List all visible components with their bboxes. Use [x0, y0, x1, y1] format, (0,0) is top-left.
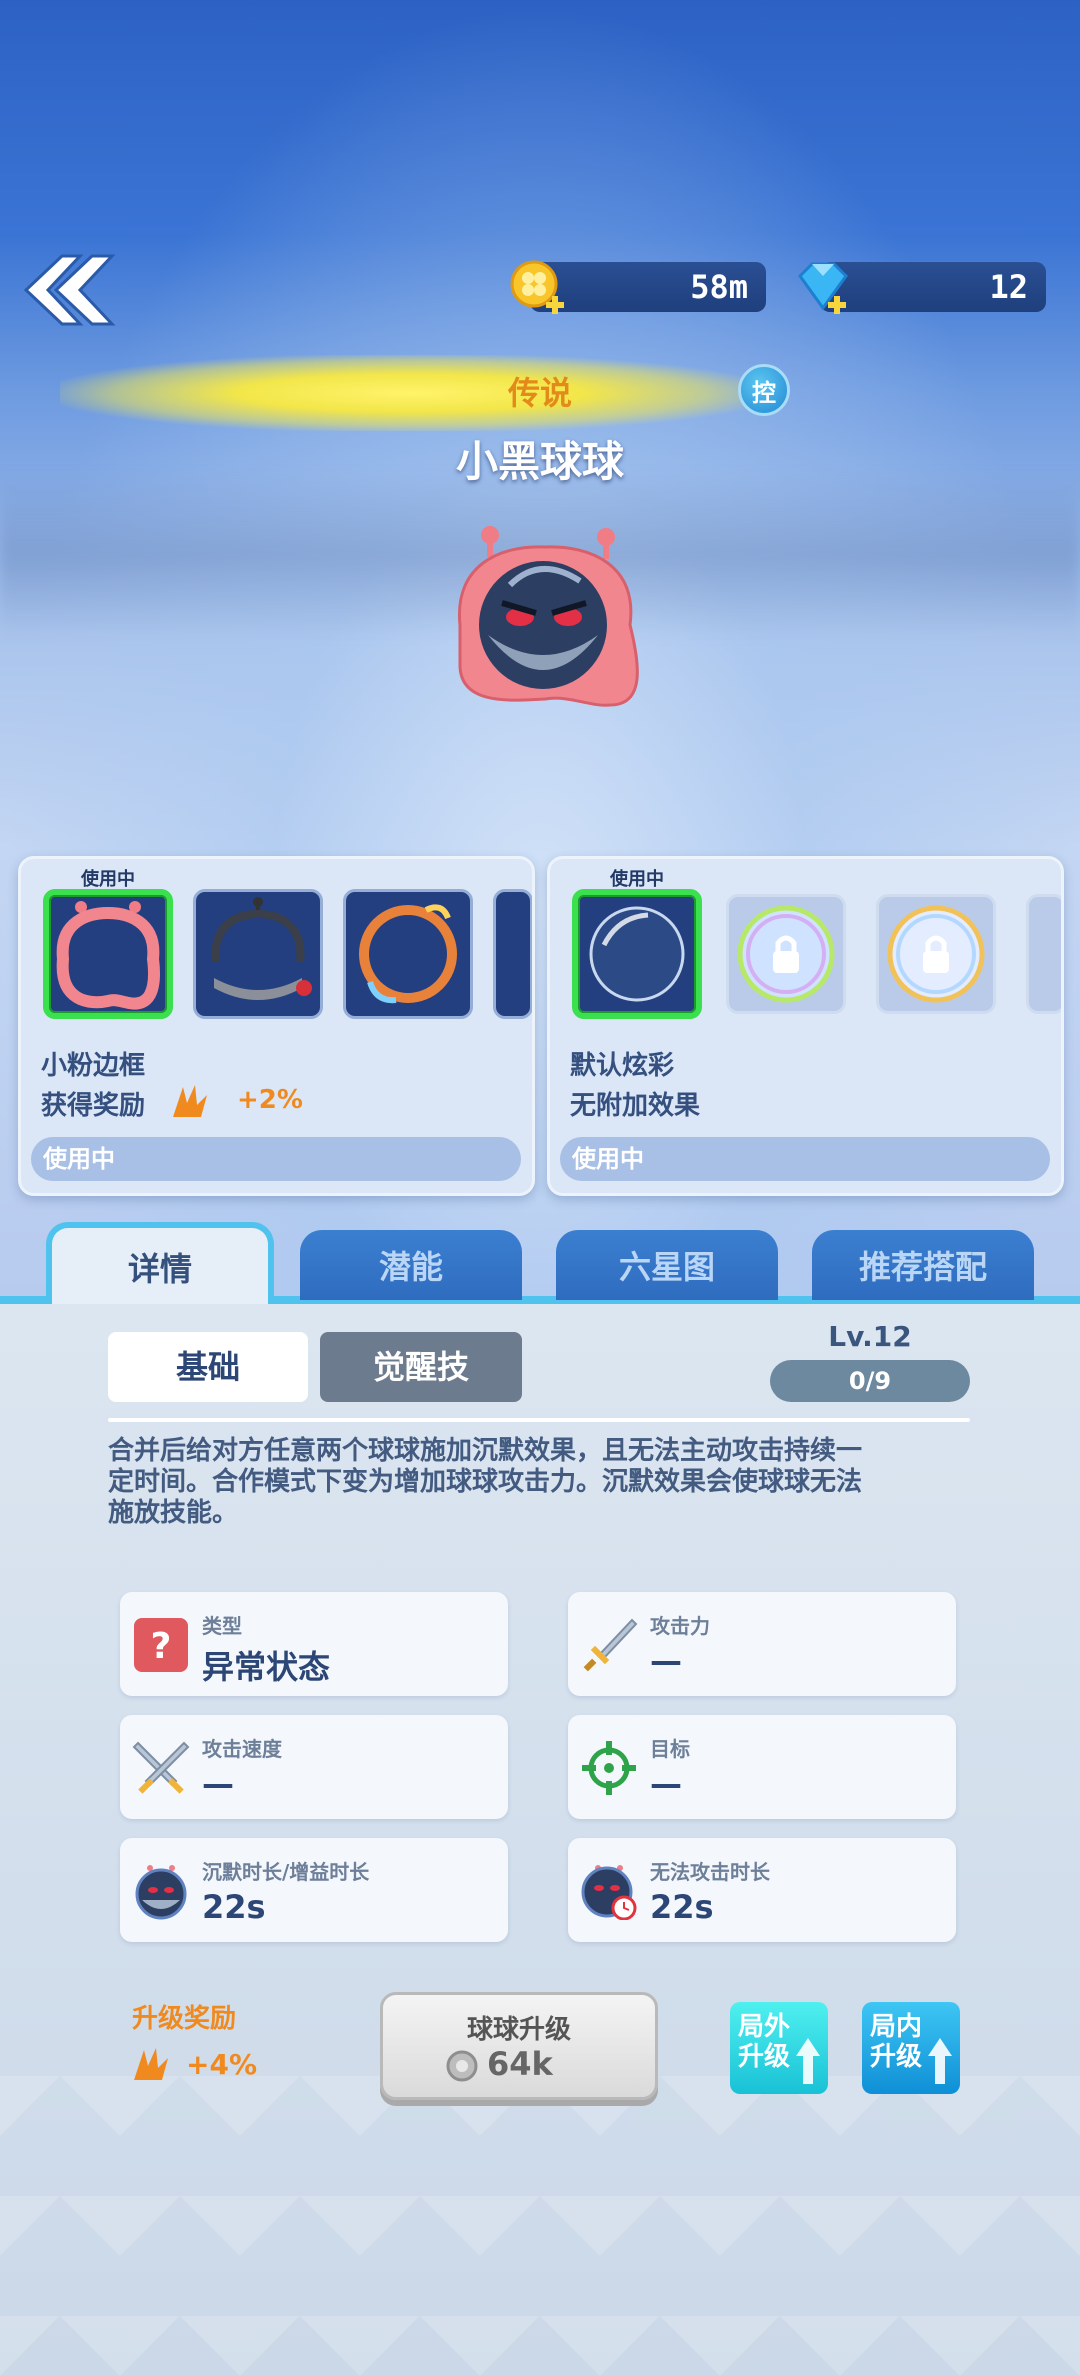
frame-slot-dark[interactable]: [193, 889, 323, 1019]
question-icon: ?: [134, 1618, 188, 1672]
stat-value: 异常状态: [202, 1648, 331, 1686]
stat-type: ? 类型 异常状态: [120, 1592, 508, 1696]
fire-claw-icon: [173, 1085, 207, 1117]
outside-upgrade-button[interactable]: 局外升级: [730, 2002, 828, 2094]
clover-coin-icon[interactable]: [508, 258, 568, 318]
control-type-badge[interactable]: 控: [738, 364, 790, 416]
level-label: Lv.12: [828, 1320, 912, 1353]
stat-value: —: [650, 1765, 682, 1803]
crossed-swords-icon: [132, 1741, 190, 1794]
stat-silence-duration: 沉默时长/增益时长 22s: [120, 1838, 508, 1942]
ball-upgrade-button[interactable]: 球球升级 64k: [380, 1992, 658, 2100]
arrow-up-icon: [796, 2038, 820, 2084]
upgrade-reward-value: +4%: [186, 2048, 257, 2081]
tab-potential[interactable]: 潜能: [300, 1230, 522, 1300]
gem-amount: 12: [989, 268, 1028, 306]
segment-awaken-skill[interactable]: 觉醒技: [320, 1332, 522, 1402]
diamond-icon[interactable]: [790, 258, 854, 318]
silver-coin-icon: [446, 2050, 478, 2082]
black-ball-character-icon: [440, 515, 650, 715]
stat-label: 攻击速度: [202, 1737, 282, 1761]
stat-label: 沉默时长/增益时长: [202, 1860, 370, 1884]
stat-label: 类型: [202, 1614, 242, 1638]
effect-status-bar[interactable]: 使用中: [560, 1137, 1050, 1181]
in-use-tag: 使用中: [81, 869, 135, 890]
segment-basic[interactable]: 基础: [108, 1332, 308, 1402]
in-use-tag: 使用中: [610, 869, 664, 890]
upgrade-button-title: 球球升级: [466, 2015, 571, 2045]
inside-upgrade-label: 局内升级: [870, 2012, 923, 2072]
stat-label: 无法攻击时长: [650, 1860, 770, 1884]
effect-name: 默认炫彩: [570, 1051, 675, 1081]
stat-target: 目标 —: [568, 1715, 956, 1819]
stat-value: —: [650, 1642, 682, 1680]
frame-slot-more[interactable]: [493, 889, 532, 1019]
gold-amount: 58m: [690, 268, 748, 306]
effect-slot-more[interactable]: [1026, 894, 1061, 1014]
outside-upgrade-label: 局外升级: [738, 2012, 791, 2072]
effect-slot-default[interactable]: [572, 889, 702, 1019]
rainbow-bubble-locked-icon: [737, 905, 835, 1003]
crosshair-icon: [582, 1741, 636, 1795]
iridescent-bubble-locked-icon: [887, 905, 985, 1003]
effect-slot-rainbow[interactable]: [726, 894, 846, 1014]
frame-reward-value: +2%: [237, 1085, 303, 1115]
stat-attack: 攻击力 —: [568, 1592, 956, 1696]
frame-slot-fire[interactable]: [343, 889, 473, 1019]
effect-slot-iridescent[interactable]: [876, 894, 996, 1014]
black-ball-icon: [135, 1865, 187, 1920]
tab-six-star[interactable]: 六星图: [556, 1230, 778, 1300]
stat-label: 目标: [650, 1737, 690, 1761]
level-progress: 0/9: [770, 1360, 970, 1402]
frame-status-bar[interactable]: 使用中: [31, 1137, 521, 1181]
tab-recommended[interactable]: 推荐搭配: [812, 1230, 1034, 1300]
fire-claw-icon: [134, 2048, 168, 2080]
tab-details[interactable]: 详情: [46, 1222, 274, 1304]
stat-label: 攻击力: [650, 1614, 710, 1638]
upgrade-cost: 64k: [487, 2045, 553, 2083]
rarity-label: 传说: [507, 374, 572, 412]
frame-reward-label: 获得奖励: [41, 1091, 146, 1121]
effect-card: 使用中 默认炫彩 无附加效果 使用中: [547, 856, 1064, 1196]
stat-no-attack-duration: 无法攻击时长 22s: [568, 1838, 956, 1942]
effect-description: 无附加效果: [570, 1091, 701, 1121]
fire-ring-frame-icon: [359, 904, 457, 1004]
back-button[interactable]: [22, 250, 118, 330]
rarity-banner: [60, 355, 760, 431]
divider: [108, 1418, 970, 1422]
arrow-up-icon: [928, 2038, 952, 2084]
skill-description: 合并后给对方任意两个球球施加沉默效果，且无法主动攻击持续一定时间。合作模式下变为…: [108, 1436, 863, 1528]
inside-upgrade-button[interactable]: 局内升级: [862, 2002, 960, 2094]
upgrade-reward-label: 升级奖励: [132, 2004, 237, 2034]
stat-value: 22s: [202, 1888, 266, 1926]
stat-value: 22s: [650, 1888, 714, 1926]
black-ball-clock-icon: [581, 1865, 637, 1920]
sword-icon: [583, 1618, 638, 1672]
clear-bubble-icon: [589, 906, 685, 1002]
pink-frame-icon: [56, 901, 160, 1010]
dark-frame-icon: [211, 897, 312, 1000]
frame-card: 使用中 小粉边框 获得奖励 +2% 使用中: [18, 856, 535, 1196]
stat-value: —: [202, 1765, 234, 1803]
stat-attack-speed: 攻击速度 —: [120, 1715, 508, 1819]
frame-slot-pink[interactable]: [43, 889, 173, 1019]
svg-text:?: ?: [151, 1626, 172, 1667]
double-chevron-left-icon: [23, 254, 116, 326]
frame-name: 小粉边框: [41, 1051, 146, 1081]
ball-name: 小黑球球: [455, 437, 624, 486]
